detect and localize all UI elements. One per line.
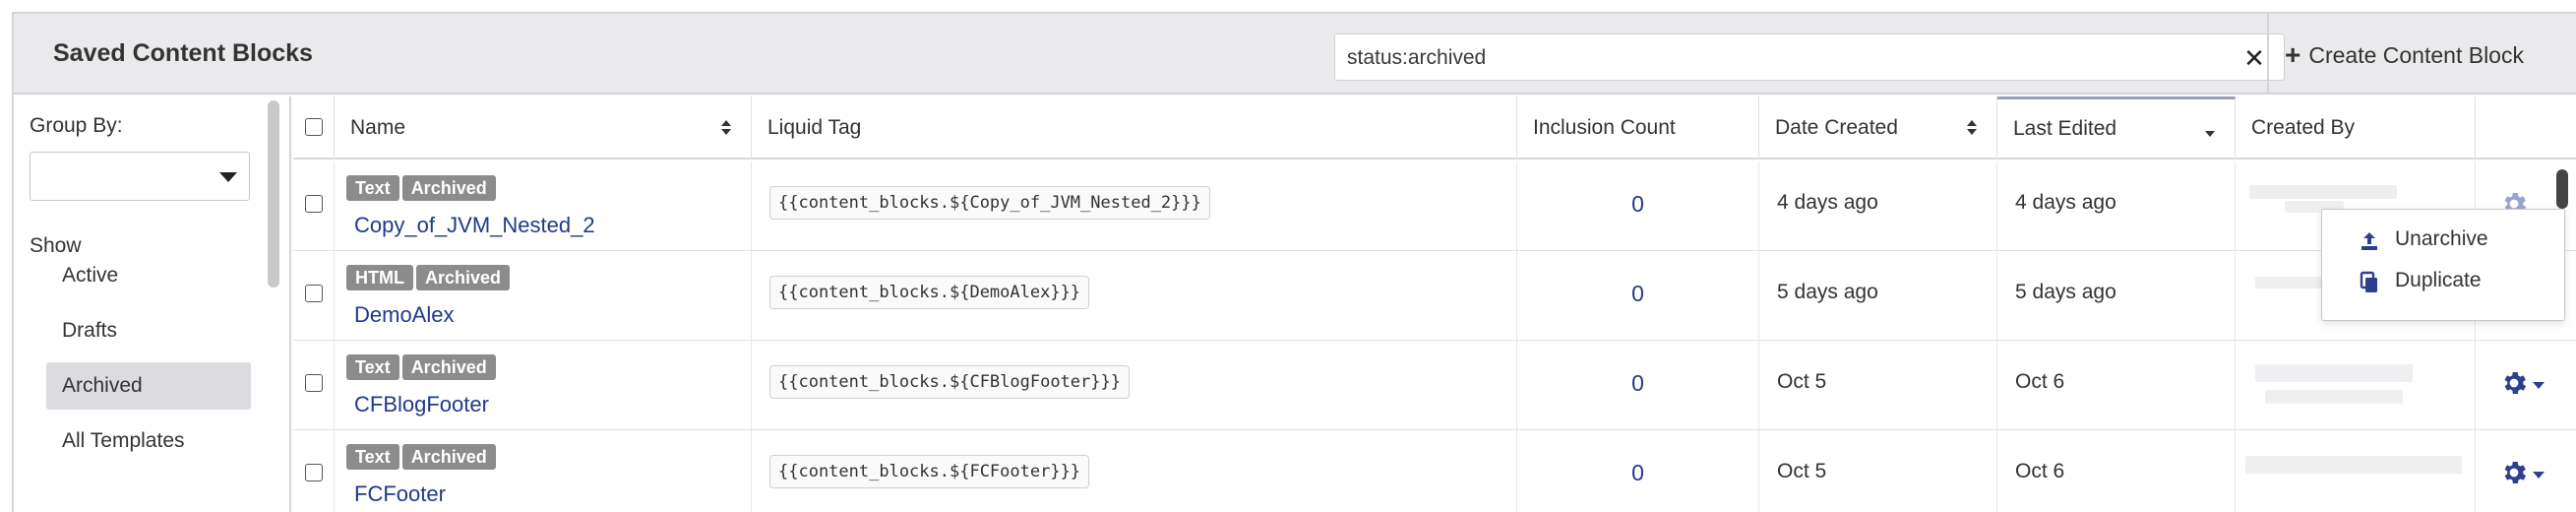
created-by-redacted	[2236, 341, 2476, 430]
table-scrollbar[interactable]	[2556, 169, 2568, 209]
liquid-tag[interactable]: {{content_blocks.${CFBlogFooter}}}	[769, 365, 1130, 399]
content-block-name-link[interactable]: Copy_of_JVM_Nested_2	[354, 213, 595, 238]
upload-icon	[2361, 232, 2377, 250]
date-created: 5 days ago	[1777, 281, 1878, 303]
sidebar-item-all-templates[interactable]: All Templates	[46, 417, 251, 465]
type-badge: Text	[346, 444, 399, 470]
gear-icon[interactable]	[2499, 364, 2545, 404]
last-edited: 4 days ago	[2015, 191, 2116, 214]
table-row: Text Archived Copy_of_JVM_Nested_2 {{cont…	[293, 161, 2576, 251]
type-badge: Text	[346, 354, 399, 380]
content-blocks-table: Name Liquid Tag Inclusion Count Date Cre…	[293, 96, 2576, 512]
content-blocks-panel: Saved Content Blocks ✕ + Create Content …	[12, 12, 2576, 512]
content-block-name-link[interactable]: DemoAlex	[354, 302, 454, 328]
liquid-tag[interactable]: {{content_blocks.${Copy_of_JVM_Nested_2}…	[769, 186, 1210, 220]
close-icon[interactable]: ✕	[2240, 44, 2268, 72]
sidebar-scrollbar[interactable]	[268, 100, 279, 288]
liquid-tag[interactable]: {{content_blocks.${FCFooter}}}	[769, 455, 1090, 488]
row-actions-menu: Unarchive Duplicate	[2321, 209, 2565, 321]
date-created: Oct 5	[1777, 460, 1827, 482]
select-all-cell	[293, 96, 335, 160]
column-liquid-tag-label: Liquid Tag	[767, 116, 862, 139]
last-edited: Oct 6	[2015, 370, 2065, 393]
column-inclusion-count-label: Inclusion Count	[1533, 116, 1676, 139]
plus-icon: +	[2285, 39, 2301, 70]
menu-item-unarchive[interactable]: Unarchive	[2322, 220, 2564, 261]
table-row: HTML Archived DemoAlex {{content_blocks.$…	[293, 251, 2576, 341]
status-badge: Archived	[415, 265, 511, 290]
status-badge: Archived	[401, 354, 496, 380]
page-title: Saved Content Blocks	[53, 39, 313, 67]
date-created: Oct 5	[1777, 370, 1827, 393]
create-content-block-label: Create Content Block	[2308, 41, 2524, 68]
inclusion-count-link[interactable]: 0	[1517, 460, 1758, 486]
status-badge: Archived	[401, 175, 496, 201]
column-header-inclusion-count: Inclusion Count	[1517, 96, 1759, 160]
column-header-date-created[interactable]: Date Created	[1759, 96, 1997, 160]
chevron-down-icon	[2533, 472, 2545, 479]
select-all-checkbox[interactable]	[305, 118, 323, 136]
group-by-label: Group By:	[30, 114, 123, 137]
column-last-edited-label: Last Edited	[2013, 117, 2117, 140]
column-header-created-by: Created By	[2236, 96, 2476, 160]
status-badge: Archived	[401, 444, 496, 470]
create-content-block-button[interactable]: + Create Content Block	[2285, 37, 2524, 73]
row-checkbox[interactable]	[305, 374, 323, 392]
content-block-name-link[interactable]: CFBlogFooter	[354, 392, 489, 417]
row-checkbox[interactable]	[305, 464, 323, 481]
inclusion-count-link[interactable]: 0	[1517, 370, 1758, 397]
date-created: 4 days ago	[1777, 191, 1878, 214]
sort-desc-icon	[2205, 123, 2215, 139]
table-row: Text Archived CFBlogFooter {{content_bloc…	[293, 341, 2576, 430]
search-input[interactable]	[1347, 44, 2213, 72]
group-by-select[interactable]	[30, 152, 250, 201]
menu-item-label: Unarchive	[2395, 227, 2488, 250]
table-header: Name Liquid Tag Inclusion Count Date Cre…	[293, 96, 2576, 160]
inclusion-count-link[interactable]: 0	[1517, 281, 1758, 307]
last-edited: 5 days ago	[2015, 281, 2116, 303]
last-edited: Oct 6	[2015, 460, 2065, 482]
filter-sidebar: Group By: Show Active Drafts Archived Al…	[14, 96, 291, 512]
content-block-name-link[interactable]: FCFooter	[354, 481, 446, 507]
name-cell: Text Archived FCFooter	[335, 430, 752, 512]
column-header-last-edited[interactable]: Last Edited	[1997, 96, 2236, 160]
copy-icon	[2360, 271, 2377, 292]
chevron-down-icon	[219, 172, 237, 182]
gear-icon[interactable]	[2499, 454, 2545, 493]
created-by-redacted	[2236, 430, 2476, 512]
name-cell: Text Archived Copy_of_JVM_Nested_2	[335, 161, 752, 251]
page-header: Saved Content Blocks ✕ + Create Content …	[14, 14, 2576, 95]
sidebar-item-active[interactable]: Active	[46, 252, 251, 299]
column-header-actions	[2476, 96, 2576, 160]
column-created-by-label: Created By	[2251, 116, 2356, 139]
column-header-liquid-tag: Liquid Tag	[752, 96, 1517, 160]
table-row: Text Archived FCFooter {{content_blocks.$…	[293, 430, 2576, 512]
chevron-down-icon	[2533, 382, 2545, 389]
menu-item-duplicate[interactable]: Duplicate	[2322, 261, 2564, 302]
row-checkbox[interactable]	[305, 195, 323, 213]
sidebar-item-archived[interactable]: Archived	[46, 362, 251, 410]
column-date-created-label: Date Created	[1775, 116, 1898, 139]
inclusion-count-link[interactable]: 0	[1517, 191, 1758, 218]
header-divider	[2267, 14, 2269, 95]
menu-item-label: Duplicate	[2395, 269, 2482, 291]
type-badge: Text	[346, 175, 399, 201]
column-name-label: Name	[350, 116, 406, 139]
column-header-name[interactable]: Name	[335, 96, 752, 160]
sort-icon	[1967, 120, 1977, 136]
type-badge: HTML	[346, 265, 413, 290]
row-checkbox[interactable]	[305, 285, 323, 302]
search-box[interactable]: ✕	[1334, 33, 2285, 81]
sort-icon	[721, 120, 731, 136]
name-cell: HTML Archived DemoAlex	[335, 251, 752, 341]
liquid-tag[interactable]: {{content_blocks.${DemoAlex}}}	[769, 276, 1090, 309]
name-cell: Text Archived CFBlogFooter	[335, 341, 752, 430]
sidebar-item-drafts[interactable]: Drafts	[46, 307, 251, 354]
